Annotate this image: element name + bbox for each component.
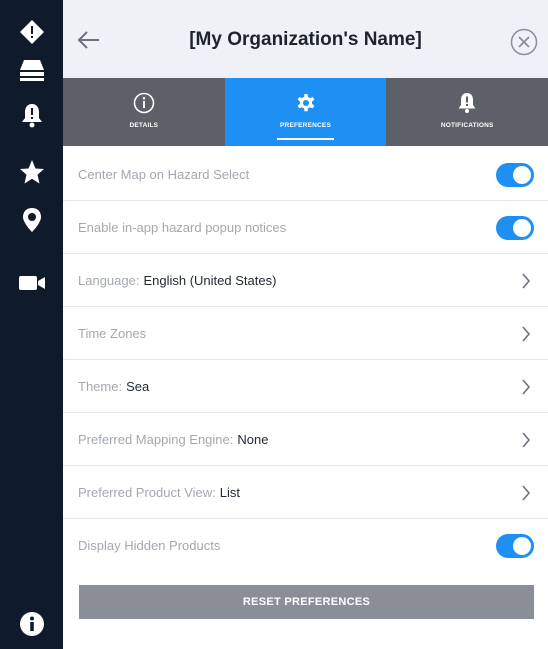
tab-preferences[interactable]: PREFERENCES [224, 78, 387, 146]
tab-label: PREFERENCES [280, 122, 331, 129]
pref-label: Enable in-app hazard popup notices [78, 219, 287, 235]
video-camera-icon[interactable] [0, 263, 63, 303]
tab-label: NOTIFICATIONS [440, 122, 494, 129]
toggle-knob [513, 537, 531, 555]
pref-row-product-view[interactable]: Preferred Product View: List [63, 466, 548, 519]
tab-details[interactable]: DETAILS [63, 78, 225, 146]
pref-label: Center Map on Hazard Select [78, 166, 250, 182]
language-value: English (United States) [143, 272, 277, 288]
mapping-engine-value: None [237, 431, 269, 447]
preferences-panel: [My Organization's Name] DETAILS PREFERE… [63, 0, 548, 649]
pref-row-hidden-products: Display Hidden Products [63, 519, 548, 572]
chevron-right-icon [522, 273, 531, 289]
pref-row-language[interactable]: Language: English (United States) [63, 254, 548, 307]
page-title: [My Organization's Name] [189, 29, 422, 50]
tab-label: DETAILS [129, 122, 159, 129]
pref-row-mapping-engine[interactable]: Preferred Mapping Engine: None [63, 413, 548, 466]
pref-row-theme[interactable]: Theme: Sea [63, 360, 548, 413]
pref-label: Theme: Sea [78, 378, 150, 394]
pref-label: Time Zones [78, 325, 147, 341]
chevron-right-icon [522, 432, 531, 448]
tab-notifications[interactable]: NOTIFICATIONS [386, 78, 548, 146]
tab-bar: DETAILS PREFERENCES NOTIFICATIONS [63, 78, 548, 146]
location-pin-icon[interactable] [0, 200, 63, 240]
arrow-left-icon[interactable] [73, 24, 105, 56]
theme-value: Sea [126, 378, 150, 394]
layers-drawer-icon[interactable] [0, 50, 63, 90]
pref-label: Language: English (United States) [78, 272, 277, 288]
reset-preferences-button[interactable]: RESET PREFERENCES [79, 585, 534, 619]
center-map-toggle[interactable] [496, 163, 534, 187]
pref-label: Preferred Mapping Engine: None [78, 431, 269, 447]
star-icon[interactable] [0, 152, 63, 192]
close-circle-icon[interactable] [510, 28, 538, 56]
pref-row-center-map: Center Map on Hazard Select [63, 148, 548, 201]
pref-label: Display Hidden Products [78, 538, 221, 553]
gear-icon [297, 94, 314, 112]
active-tab-indicator [276, 138, 335, 140]
hidden-products-toggle[interactable] [496, 534, 534, 558]
toggle-knob [513, 166, 531, 184]
pref-row-time-zones[interactable]: Time Zones [63, 307, 548, 360]
bell-icon [458, 93, 476, 113]
chevron-right-icon [522, 485, 531, 501]
product-view-value: List [219, 484, 241, 500]
left-nav-rail [0, 0, 63, 649]
chevron-right-icon [522, 379, 531, 395]
chevron-right-icon [522, 326, 531, 342]
info-circle-icon [133, 92, 155, 114]
pref-row-popup-notices: Enable in-app hazard popup notices [63, 201, 548, 254]
toggle-knob [513, 219, 531, 237]
pref-label: Preferred Product View: List [78, 484, 241, 500]
directions-diamond-icon[interactable] [0, 12, 63, 52]
info-icon[interactable] [0, 604, 63, 644]
panel-header: [My Organization's Name] [63, 0, 548, 78]
alert-bell-icon[interactable] [0, 95, 63, 135]
popup-notices-toggle[interactable] [496, 216, 534, 240]
